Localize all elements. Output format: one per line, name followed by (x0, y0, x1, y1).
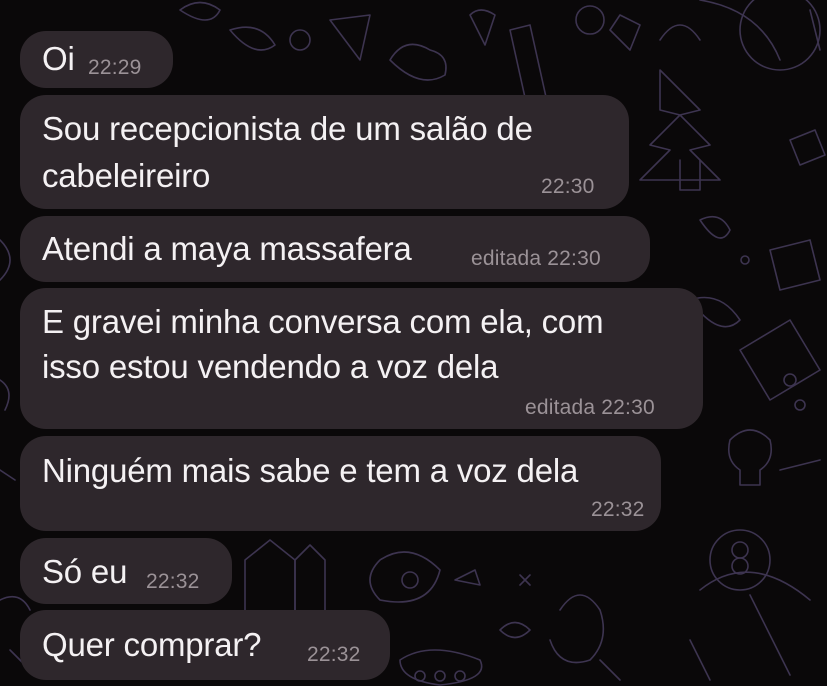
message-timestamp: 22:29 (88, 56, 142, 79)
message-bubble[interactable]: Atendi a maya massafera editada 22:30 (20, 216, 650, 282)
message-bubble[interactable]: Ninguém mais sabe e tem a voz dela 22:32 (20, 436, 661, 531)
message-text: E gravei minha conversa com ela, com (42, 303, 604, 340)
message-time: 22:32 (591, 498, 645, 522)
edited-label: editada (471, 247, 542, 270)
message-text: Ninguém mais sabe e tem a voz dela (42, 452, 579, 489)
edited-label: editada (525, 396, 596, 419)
message-bubble[interactable]: Quer comprar? 22:32 (20, 610, 390, 680)
chat-area[interactable]: Oi 22:29 Sou recepcionista de um salão d… (0, 0, 827, 686)
message-text: Só eu (42, 553, 128, 590)
message-bubble[interactable]: Oi 22:29 (20, 31, 173, 88)
message-timestamp: 22:32 (146, 570, 200, 593)
message-time: 22:32 (146, 570, 200, 594)
message-text: Oi (42, 40, 75, 77)
message-text: cabeleireiro (42, 157, 211, 194)
message-bubble[interactable]: E gravei minha conversa com ela, com iss… (20, 288, 703, 429)
message-bubble[interactable]: Só eu 22:32 (20, 538, 232, 604)
message-time: 22:30 (541, 175, 595, 199)
message-timestamp: 22:30 (547, 247, 601, 270)
message-time: 22:29 (88, 56, 142, 80)
message-text: isso estou vendendo a voz dela (42, 348, 499, 385)
message-text: Quer comprar? (42, 626, 262, 663)
message-time: 22:32 (307, 643, 361, 667)
message-bubble[interactable]: Sou recepcionista de um salão de cabelei… (20, 95, 629, 209)
message-timestamp: 22:32 (591, 498, 645, 521)
message-timestamp: 22:30 (541, 175, 595, 198)
message-text: Atendi a maya massafera (42, 230, 412, 267)
message-time: editada 22:30 (471, 247, 601, 271)
message-time: editada 22:30 (525, 396, 655, 420)
message-text: Sou recepcionista de um salão de (42, 110, 533, 147)
message-timestamp: 22:32 (307, 643, 361, 666)
message-timestamp: 22:30 (601, 396, 655, 419)
